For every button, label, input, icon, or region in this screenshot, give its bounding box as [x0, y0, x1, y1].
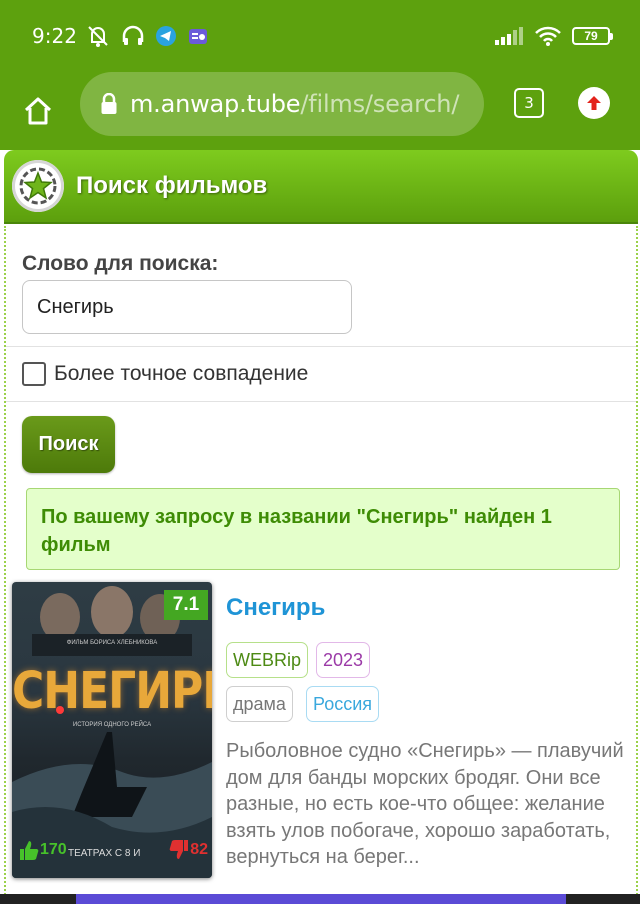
url-text: m.anwap.tube/films/search/ — [130, 90, 459, 118]
likes-count: 170 — [40, 841, 67, 858]
exact-match-row[interactable]: Более точное совпадение — [6, 346, 636, 402]
headphones-icon — [121, 24, 145, 48]
url-domain: m.anwap.tube — [130, 90, 301, 118]
mute-icon — [85, 24, 111, 48]
search-button[interactable]: Поиск — [22, 416, 115, 473]
telegram-icon — [155, 25, 177, 47]
search-field-label: Слово для поиска: — [22, 252, 219, 275]
thumbs-up-icon — [20, 841, 39, 860]
tabs-count-button[interactable]: 3 — [514, 88, 544, 118]
poster-subtitle: ИСТОРИЯ ОДНОГО РЕЙСА — [72, 722, 152, 728]
genre-badge[interactable]: драма — [226, 686, 293, 722]
star-logo-icon — [12, 160, 64, 212]
dislikes-count: 82 — [190, 841, 208, 858]
likes-counter: 170 — [18, 838, 67, 862]
film-title-link[interactable]: Снегирь — [226, 594, 325, 622]
status-time: 9:22 — [32, 24, 77, 48]
country-badge[interactable]: Россия — [306, 686, 380, 722]
poster-title: СНЕГИРЬ — [12, 662, 212, 721]
page-header: Поиск фильмов — [4, 150, 638, 224]
bottom-banner — [0, 894, 640, 904]
signal-icon — [494, 26, 524, 46]
film-poster[interactable]: ФИЛЬМ БОРИСА ХЛЕБНИКОВА СНЕГИРЬ ИСТОРИЯ … — [12, 582, 212, 878]
thumbs-down-icon — [169, 840, 189, 859]
poster-credit: ФИЛЬМ БОРИСА ХЛЕБНИКОВА — [66, 640, 158, 646]
poster-artwork — [12, 586, 212, 878]
poster-tagline: ТЕАТРАХ С 8 И — [68, 848, 141, 859]
film-description: Рыболовное судно «Снегирь» — плавучий до… — [226, 740, 624, 868]
year-badge[interactable]: 2023 — [316, 642, 371, 678]
battery-icon: 79 — [572, 27, 613, 45]
address-bar[interactable]: m.anwap.tube/films/search/ — [80, 72, 484, 136]
rating-badge: 7.1 — [164, 590, 208, 620]
status-bar: 9:22 79 — [0, 0, 640, 72]
exact-match-checkbox[interactable] — [22, 362, 46, 386]
page-title: Поиск фильмов — [76, 172, 268, 199]
search-input[interactable]: Снегирь — [22, 280, 352, 334]
home-icon[interactable] — [18, 91, 58, 131]
url-path: /films/search/ — [300, 90, 460, 118]
result-notice: По вашему запросу в названии "Снегирь" н… — [26, 488, 620, 570]
dislikes-counter: 82 — [168, 838, 208, 862]
quality-badge: WEBRip — [226, 642, 309, 678]
exact-match-label[interactable]: Более точное совпадение — [54, 362, 308, 386]
radio-icon — [187, 25, 209, 47]
wifi-icon — [534, 25, 562, 47]
lock-icon — [100, 93, 118, 115]
browser-toolbar: m.anwap.tube/films/search/ 3 — [0, 72, 640, 150]
upload-icon[interactable] — [578, 87, 610, 119]
banner-ad[interactable] — [76, 894, 566, 904]
